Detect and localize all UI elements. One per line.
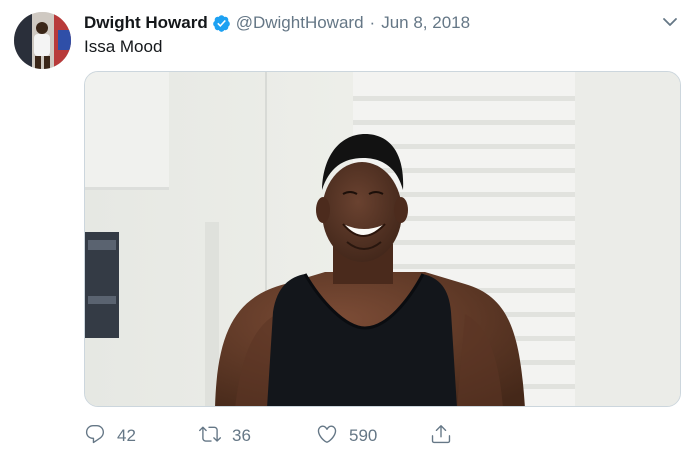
author-handle[interactable]: @DwightHoward [236, 13, 364, 33]
tweet-photo[interactable] [84, 71, 681, 407]
tweet-actions: 42 36 590 [84, 422, 484, 450]
like-button[interactable]: 590 [316, 422, 377, 450]
reply-button[interactable]: 42 [84, 422, 136, 450]
retweet-icon [199, 423, 221, 450]
like-count: 590 [349, 426, 378, 445]
reply-count: 42 [117, 426, 136, 445]
verified-badge-icon [212, 14, 231, 33]
tweet-date[interactable]: Jun 8, 2018 [381, 13, 470, 33]
share-button[interactable] [430, 422, 452, 450]
retweet-count: 36 [232, 426, 251, 445]
reply-icon [84, 423, 106, 450]
separator-dot: · [369, 13, 376, 32]
avatar[interactable] [14, 12, 71, 69]
tweet-header: Dwight Howard @DwightHoward · Jun 8, 201… [84, 11, 470, 35]
author-name[interactable]: Dwight Howard [84, 13, 208, 33]
chevron-down-icon[interactable] [660, 12, 680, 32]
tweet: Dwight Howard @DwightHoward · Jun 8, 201… [0, 0, 696, 456]
share-icon [430, 423, 452, 450]
heart-icon [316, 423, 338, 450]
tweet-text: Issa Mood [84, 37, 163, 56]
retweet-button[interactable]: 36 [199, 422, 251, 450]
